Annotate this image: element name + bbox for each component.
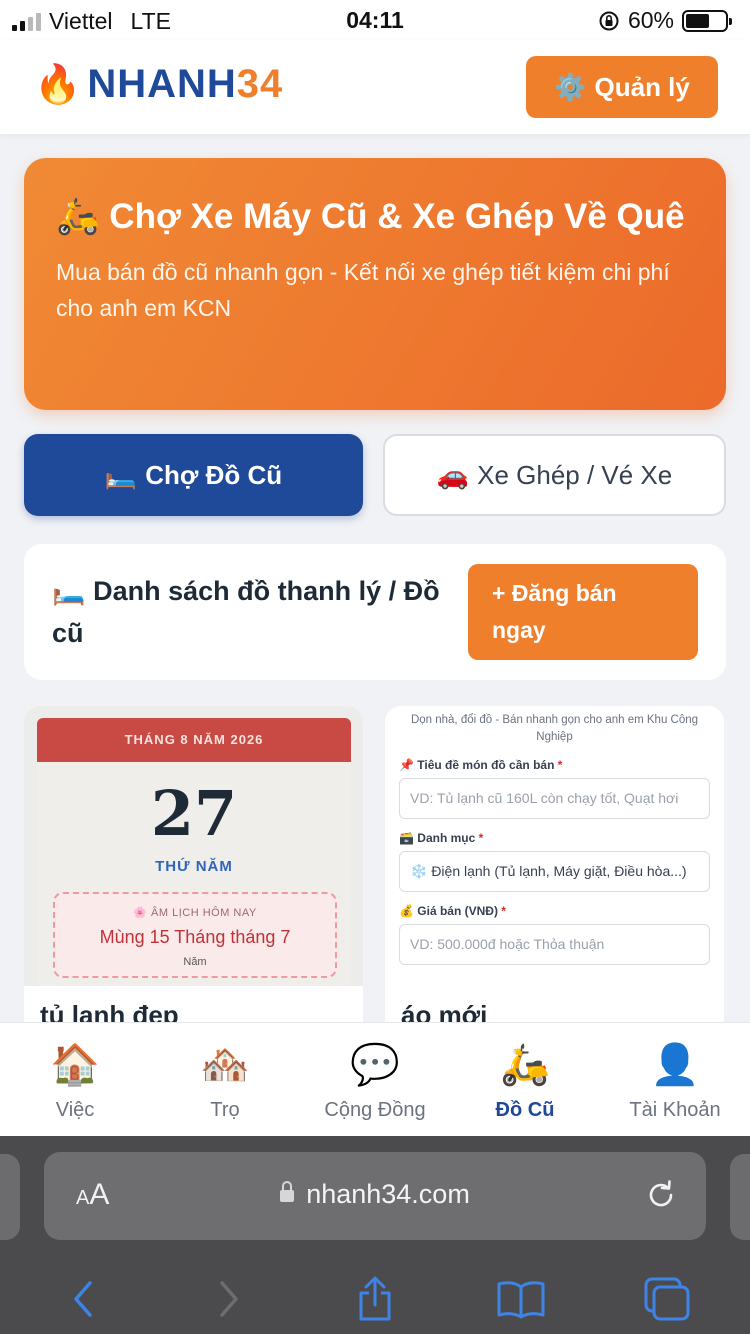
nav-label: Đồ Cũ: [495, 1099, 555, 1121]
calendar-month: THÁNG 8 NĂM 2026: [37, 718, 351, 762]
address-bar[interactable]: AA nhanh34.com: [44, 1152, 706, 1240]
form-intro: Dọn nhà, đổi đồ - Bán nhanh gọn cho anh …: [410, 714, 699, 743]
bookmarks-button[interactable]: [491, 1269, 551, 1329]
tab-xe-ghep[interactable]: 🚗 Xe Ghép / Vé Xe: [383, 434, 726, 516]
scooter-icon: 🛵: [500, 1043, 550, 1087]
house-icon: 🏠: [50, 1043, 100, 1087]
battery-icon: [682, 9, 732, 32]
lunar-year: Năm: [183, 956, 207, 968]
nav-label: Tài Khoản: [629, 1099, 721, 1121]
listing-card[interactable]: THÁNG 8 NĂM 2026 27 THỨ NĂM 🌸 ÂM LỊCH HÔ…: [24, 706, 363, 1046]
gear-icon: ⚙️: [554, 71, 587, 102]
speech-bubble-icon: 💬: [350, 1043, 400, 1087]
form-label-price: 💰 Giá bán (VNĐ) *: [399, 904, 506, 918]
nav-item-do-cu[interactable]: 🛵 Đồ Cũ: [450, 1023, 600, 1136]
browser-toolbar: [0, 1264, 750, 1334]
logo[interactable]: 🔥 NHANH34: [34, 62, 283, 107]
tabs-button[interactable]: [637, 1269, 697, 1329]
next-tab-peek[interactable]: [730, 1154, 750, 1240]
car-icon: 🚗: [436, 459, 470, 490]
tab-label: Xe Ghép / Vé Xe: [477, 459, 673, 490]
lunar-header: 🌸 ÂM LỊCH HÔM NAY: [133, 907, 257, 919]
url-text: nhanh34.com: [306, 1179, 470, 1209]
share-button[interactable]: [345, 1269, 405, 1329]
orientation-lock-icon: [599, 11, 619, 30]
form-price-field: VD: 500.000đ hoặc Thỏa thuận: [399, 924, 710, 965]
calendar-image: THÁNG 8 NĂM 2026 27 THỨ NĂM 🌸 ÂM LỊCH HÔ…: [37, 718, 351, 986]
form-category-select: ❄️ Điện lạnh (Tủ lạnh, Máy giặt, Điều hò…: [399, 851, 710, 892]
tab-label: Chợ Đồ Cũ: [145, 459, 283, 490]
tabs-icon: [644, 1277, 690, 1321]
nav-item-tro[interactable]: 🏘️ Trọ: [150, 1023, 300, 1136]
bottom-nav: 🏠 Việc 🏘️ Trọ 💬 Cộng Đồng 🛵 Đồ Cũ 👤 Tài …: [0, 1022, 750, 1136]
reload-icon[interactable]: [642, 1176, 680, 1214]
calendar-day: 27: [150, 777, 238, 850]
hero-subtitle: Mua bán đồ cũ nhanh gọn - Kết nối xe ghé…: [56, 259, 670, 321]
listing-card[interactable]: Dọn nhà, đổi đồ - Bán nhanh gọn cho anh …: [385, 706, 724, 1046]
manage-button[interactable]: ⚙️ Quản lý: [526, 56, 718, 118]
section-title: 🛏️ Danh sách đồ thanh lý / Đồ cũ: [52, 576, 440, 648]
bed-icon: 🛏️: [104, 459, 138, 490]
forward-button[interactable]: [199, 1269, 259, 1329]
listing-image: THÁNG 8 NĂM 2026 27 THỨ NĂM 🌸 ÂM LỊCH HÔ…: [24, 706, 363, 986]
lunar-date-box: 🌸 ÂM LỊCH HÔM NAY Mùng 15 Tháng tháng 7 …: [53, 892, 337, 978]
listing-image: Dọn nhà, đổi đồ - Bán nhanh gọn cho anh …: [385, 706, 724, 986]
form-label-category: 🗃️ Danh mục *: [399, 831, 484, 845]
url-display[interactable]: nhanh34.com: [44, 1179, 706, 1210]
nav-item-tai-khoan[interactable]: 👤 Tài Khoản: [600, 1023, 750, 1136]
status-right: 60%: [598, 7, 732, 34]
lunar-date: Mùng 15 Tháng tháng 7: [99, 927, 291, 947]
form-title-field: VD: Tủ lạnh cũ 160L còn chạy tốt, Quạt h…: [399, 778, 710, 819]
tab-cho-do-cu[interactable]: 🛏️ Chợ Đồ Cũ: [24, 434, 363, 516]
back-button[interactable]: [53, 1269, 113, 1329]
nav-item-viec[interactable]: 🏠 Việc: [0, 1023, 150, 1136]
listing-section-header: 🛏️ Danh sách đồ thanh lý / Đồ cũ + Đăng …: [24, 544, 726, 680]
battery-percent: 60%: [627, 7, 674, 33]
nav-label: Trọ: [210, 1099, 240, 1121]
hero-banner: 🛵 Chợ Xe Máy Cũ & Xe Ghép Về Quê Mua bán…: [24, 158, 726, 410]
browser-chrome: AA nhanh34.com: [0, 1136, 750, 1334]
lock-icon: [280, 1181, 295, 1202]
nav-item-cong-dong[interactable]: 💬 Cộng Đồng: [300, 1023, 450, 1136]
share-icon: [359, 1276, 391, 1321]
flame-icon: 🔥: [34, 63, 82, 106]
logo-text: NHANH34: [87, 62, 284, 106]
chevron-right-icon: [220, 1281, 238, 1317]
hero-title: 🛵 Chợ Xe Máy Cũ & Xe Ghép Về Quê: [56, 197, 685, 236]
user-icon: 👤: [650, 1043, 700, 1087]
houses-icon: 🏘️: [200, 1043, 250, 1087]
book-icon: [497, 1281, 545, 1319]
app-header: 🔥 NHANH34 ⚙️ Quản lý: [0, 40, 750, 134]
nav-label: Việc: [55, 1099, 95, 1121]
calendar-weekday: THỨ NĂM: [155, 858, 233, 875]
manage-button-label: Quản lý: [594, 71, 690, 102]
previous-tab-peek[interactable]: [0, 1154, 20, 1240]
post-item-button[interactable]: + Đăng bán ngay: [468, 564, 698, 660]
chevron-left-icon: [74, 1281, 92, 1317]
form-label-title: 📌 Tiêu đề món đồ cần bán *: [399, 758, 563, 772]
nav-label: Cộng Đồng: [324, 1099, 426, 1121]
status-bar: Viettel LTE 04:11 60%: [0, 0, 750, 40]
